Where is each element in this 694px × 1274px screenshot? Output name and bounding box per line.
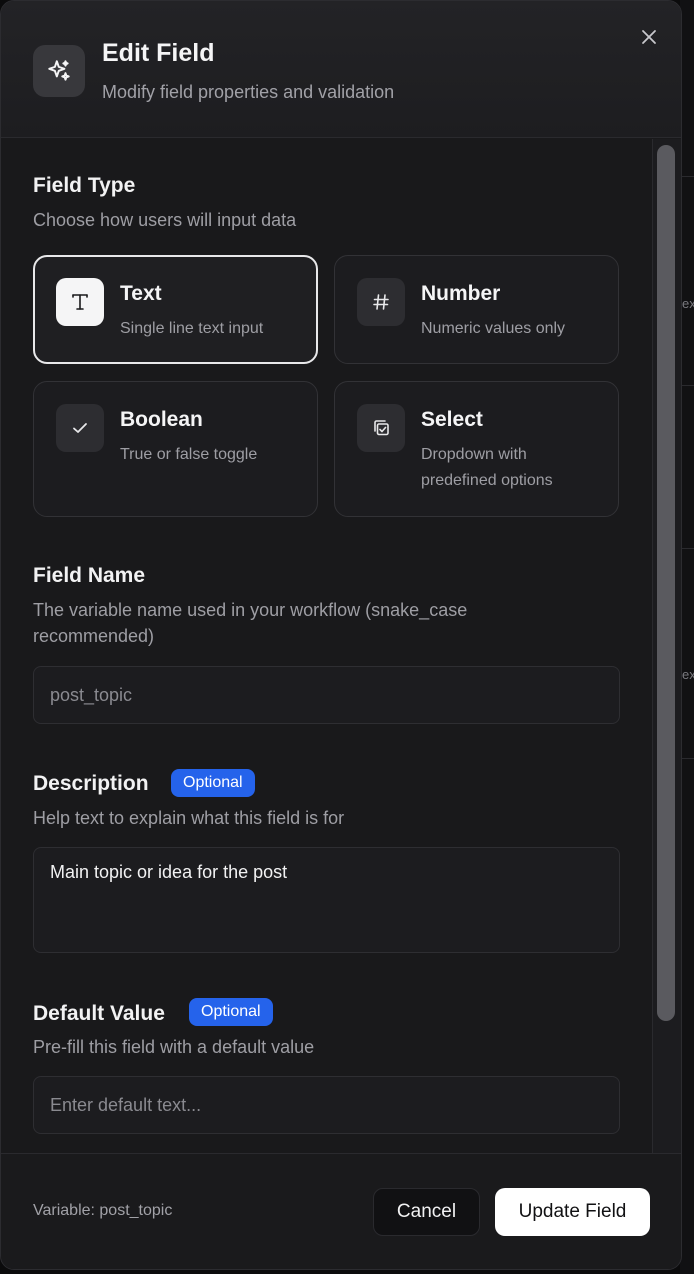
select-icon (357, 404, 405, 452)
dialog-header: Edit Field Modify field properties and v… (1, 1, 681, 138)
dialog-subtitle: Modify field properties and validation (102, 82, 395, 102)
optional-badge: Optional (171, 769, 255, 797)
check-icon (56, 404, 104, 452)
type-option-boolean[interactable]: Boolean True or false toggle (33, 381, 318, 517)
background-divider (680, 548, 694, 549)
update-field-button[interactable]: Update Field (495, 1188, 650, 1236)
type-option-name: Number (421, 282, 501, 305)
scrollbar-thumb[interactable] (657, 145, 675, 1021)
type-option-name: Select (421, 408, 483, 431)
background-text: ex (682, 296, 694, 311)
description-label: Description (33, 772, 149, 795)
hash-icon (357, 278, 405, 326)
default-value-input[interactable]: Enter default text... (33, 1076, 620, 1134)
sparkles-icon (33, 45, 85, 97)
type-option-description: Single line text input (120, 320, 264, 337)
type-option-description: True or false toggle (120, 446, 258, 463)
background-app-edge (680, 0, 694, 1274)
variable-preview: Variable: post_topic (33, 1202, 173, 1219)
dialog-title: Edit Field (102, 39, 215, 67)
close-icon (642, 30, 656, 44)
background-divider (680, 176, 694, 177)
field-name-input[interactable]: post_topic (33, 666, 620, 724)
field-name-label: Field Name (33, 564, 146, 587)
type-option-description: Dropdown with predefined options (421, 446, 553, 489)
background-divider (680, 385, 694, 386)
field-type-hint: Choose how users will input data (33, 210, 297, 230)
type-option-description: Numeric values only (421, 320, 566, 337)
type-option-text[interactable]: Text Single line text input (33, 255, 318, 364)
dialog-footer: Variable: post_topic Cancel Update Field (1, 1153, 681, 1269)
close-button[interactable] (637, 25, 661, 49)
dialog-body: Field Type Choose how users will input d… (1, 139, 651, 1153)
description-textarea[interactable]: Main topic or idea for the post (33, 847, 620, 953)
field-name-hint: The variable name used in your workflow … (33, 600, 468, 646)
background-divider (680, 758, 694, 759)
default-value-hint: Pre-fill this field with a default value (33, 1037, 315, 1057)
type-option-number[interactable]: Number Numeric values only (334, 255, 619, 364)
type-option-select[interactable]: Select Dropdown with predefined options (334, 381, 619, 517)
text-type-icon (56, 278, 104, 326)
type-option-name: Boolean (120, 408, 203, 431)
type-option-name: Text (120, 282, 162, 305)
background-text: ex (682, 667, 694, 682)
optional-badge: Optional (189, 998, 273, 1026)
description-hint: Help text to explain what this field is … (33, 808, 345, 828)
default-value-label: Default Value (33, 1002, 165, 1025)
field-type-label: Field Type (33, 174, 136, 197)
edit-field-dialog: Edit Field Modify field properties and v… (0, 0, 682, 1270)
cancel-button[interactable]: Cancel (373, 1188, 480, 1236)
